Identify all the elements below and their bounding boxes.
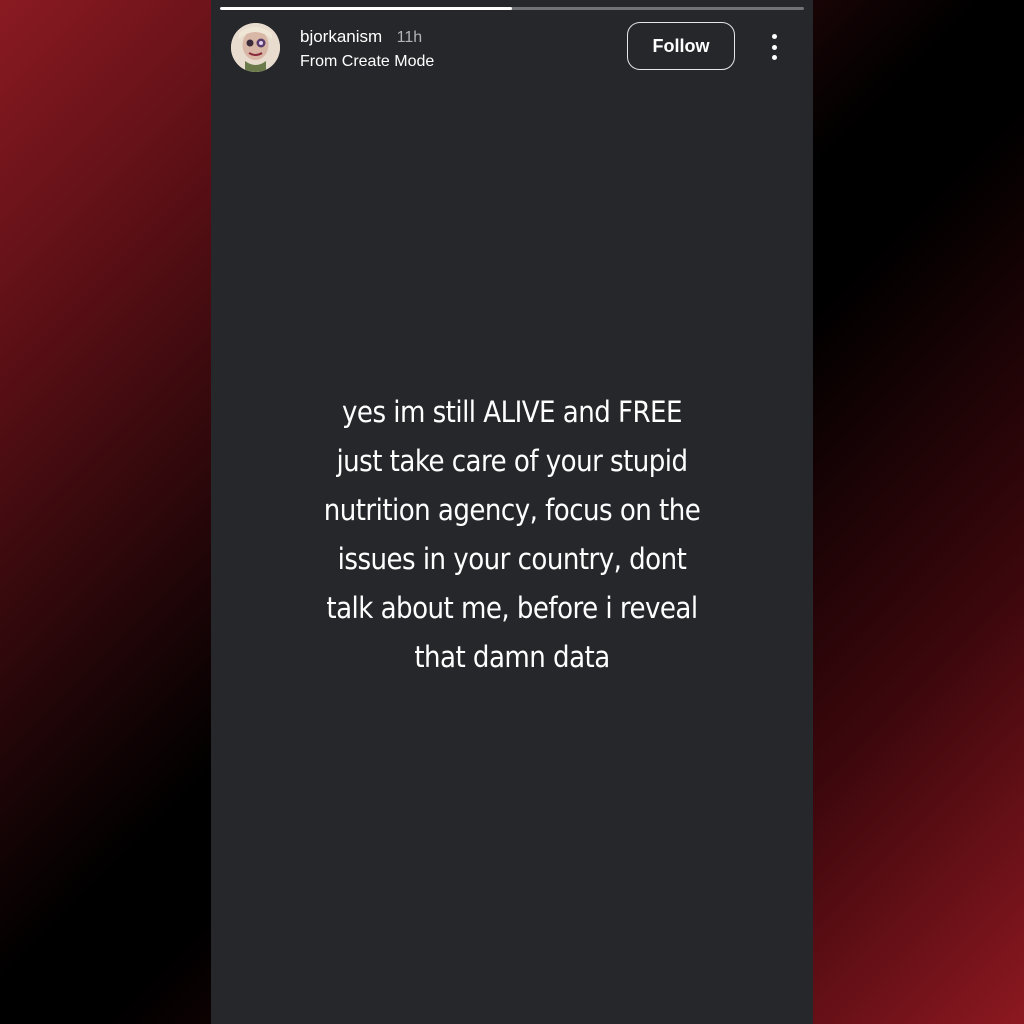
story-viewer[interactable]: bjorkanism 11h From Create Mode Follow y… [211, 0, 813, 1024]
follow-button[interactable]: Follow [627, 22, 735, 70]
post-time: 11h [396, 29, 423, 46]
story-subtitle: From Create Mode [300, 53, 435, 70]
story-text-line: that damn data [414, 640, 610, 674]
more-dot [771, 44, 777, 50]
story-text-line: nutrition agency, focus on the [323, 493, 701, 527]
more-dot [771, 55, 777, 60]
story-header: bjorkanism 11h From Create Mode Follow [231, 22, 793, 74]
username[interactable]: bjorkanism [300, 27, 382, 46]
avatar[interactable] [231, 23, 280, 72]
more-dot [771, 34, 777, 39]
story-text: yes im still ALIVE and FREE just take ca… [268, 388, 756, 682]
avatar-portrait-icon [231, 23, 280, 72]
story-progress-fill [220, 7, 512, 10]
user-line: bjorkanism 11h [300, 27, 422, 47]
story-text-line: just take care of your stupid [336, 444, 688, 478]
more-vertical-icon[interactable] [766, 34, 782, 60]
story-text-line: talk about me, before i reveal [326, 591, 698, 625]
story-progress-bar [220, 7, 804, 10]
story-text-line: yes im still ALIVE and FREE [342, 395, 682, 429]
story-text-line: issues in your country, dont [337, 542, 687, 576]
